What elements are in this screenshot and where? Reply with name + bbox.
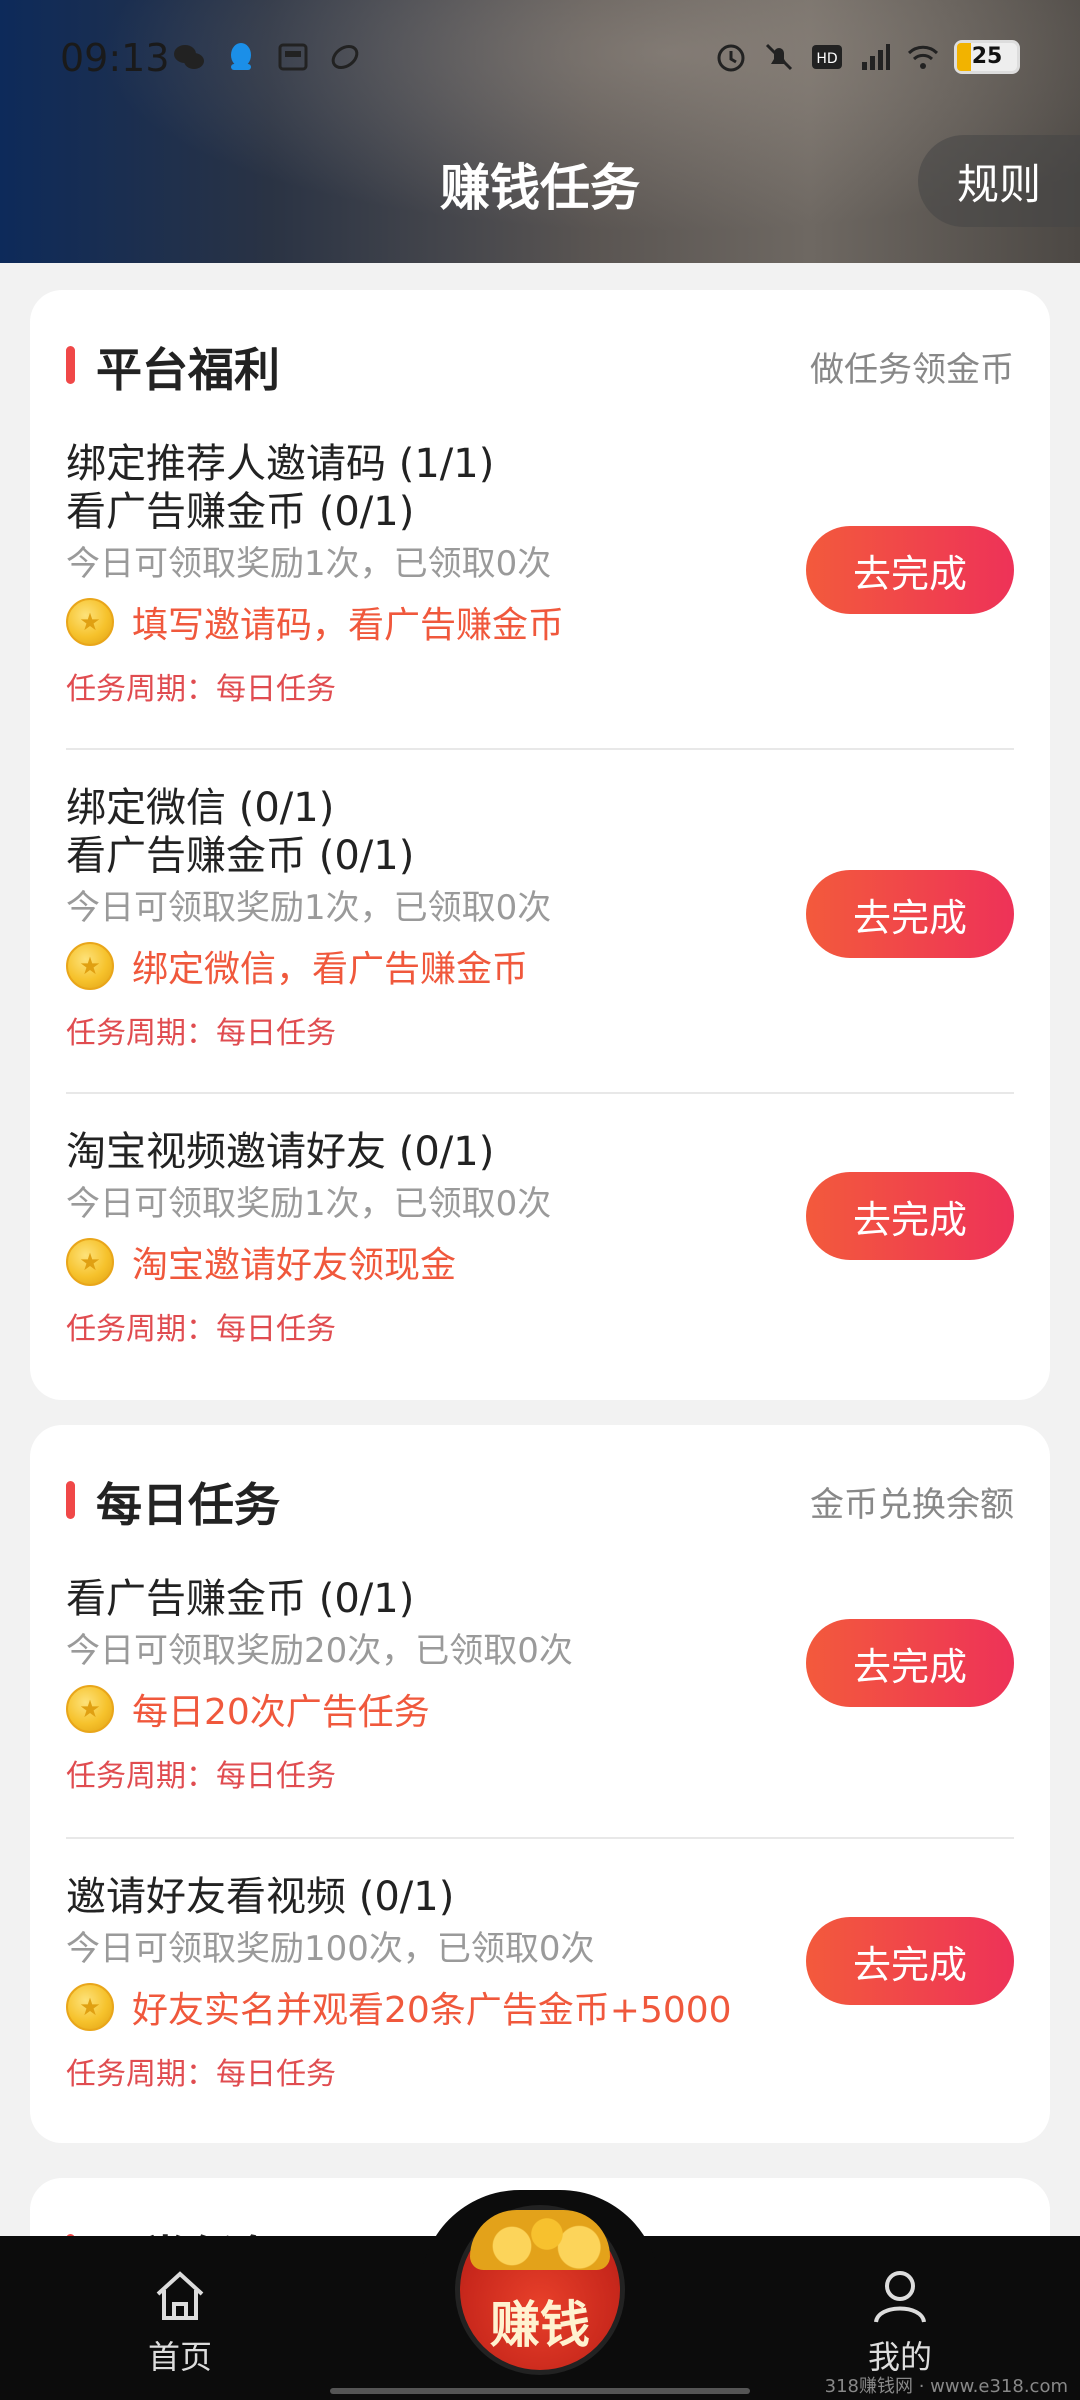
- section-subtitle[interactable]: 做任务领金币: [810, 342, 1014, 391]
- complete-button[interactable]: 去完成: [806, 526, 1014, 614]
- complete-button[interactable]: 去完成: [806, 1917, 1014, 2005]
- status-bar: 09:13 HD 25: [0, 30, 1080, 90]
- svg-text:HD: HD: [816, 51, 837, 67]
- battery-indicator: 25: [954, 40, 1020, 74]
- task-description: 淘宝邀请好友领现金: [132, 1245, 457, 1286]
- app-icon: [328, 40, 362, 74]
- mute-icon: [762, 40, 796, 74]
- coin-icon: [66, 1983, 114, 2031]
- nav-mine[interactable]: 我的: [820, 2266, 980, 2378]
- earn-button-label: 赚钱: [490, 2295, 590, 2354]
- section-title: 每日任务: [96, 1478, 280, 1532]
- task-description: 绑定微信，看广告赚金币: [132, 949, 529, 990]
- section-card-platform: 平台福利 做任务领金币 绑定推荐人邀请码 (1/1) 看广告赚金币 (0/1) …: [30, 290, 1050, 1400]
- complete-button[interactable]: 去完成: [806, 1172, 1014, 1260]
- section-accent-bar: [66, 346, 75, 384]
- watermark: 318赚钱网 · www.e318.com: [824, 2376, 1068, 2397]
- task-cycle: 任务周期：每日任务: [66, 2057, 336, 2092]
- wechat-icon: [172, 40, 206, 74]
- task-description: 好友实名并观看20条广告金币+5000: [132, 1990, 732, 2031]
- coin-icon: [66, 1238, 114, 1286]
- alarm-icon: [714, 40, 748, 74]
- task-description: 每日20次广告任务: [132, 1692, 430, 1733]
- task-item: 看广告赚金币 (0/1) 今日可领取奖励20次，已领取0次 每日20次广告任务 …: [66, 1575, 1014, 1795]
- hd-icon: HD: [810, 40, 844, 74]
- coin-bag-icon: [470, 2210, 610, 2270]
- coin-icon: [66, 1685, 114, 1733]
- qq-icon: [224, 40, 258, 74]
- divider: [66, 1837, 1014, 1839]
- rules-button[interactable]: 规则: [918, 135, 1080, 227]
- task-cycle: 任务周期：每日任务: [66, 1759, 336, 1794]
- wifi-icon: [906, 40, 940, 74]
- inbox-icon: [276, 40, 310, 74]
- home-icon: [156, 2271, 204, 2320]
- divider: [66, 1092, 1014, 1094]
- section-card-daily: 每日任务 金币兑换余额 看广告赚金币 (0/1) 今日可领取奖励20次，已领取0…: [30, 1425, 1050, 2143]
- coin-icon: [66, 598, 114, 646]
- coin-icon: [66, 942, 114, 990]
- section-accent-bar: [66, 1481, 75, 1519]
- nav-home[interactable]: 首页: [100, 2266, 260, 2378]
- task-cycle: 任务周期：每日任务: [66, 672, 336, 707]
- section-title: 平台福利: [96, 343, 280, 397]
- nav-mine-label: 我的: [867, 2338, 932, 2376]
- task-title: 看广告赚金币 (0/1): [66, 1576, 415, 1622]
- user-icon: [874, 2271, 926, 2323]
- task-title: 邀请好友看视频 (0/1): [66, 1874, 455, 1920]
- divider: [66, 748, 1014, 750]
- status-time: 09:13: [60, 36, 170, 80]
- task-cycle: 任务周期：每日任务: [66, 1016, 336, 1051]
- task-title: 淘宝视频邀请好友 (0/1): [66, 1129, 495, 1175]
- task-cycle: 任务周期：每日任务: [66, 1312, 336, 1347]
- task-title: 绑定推荐人邀请码 (1/1): [66, 441, 495, 487]
- gesture-bar: [330, 2388, 750, 2394]
- nav-home-label: 首页: [147, 2338, 212, 2376]
- signal-icon: [858, 40, 892, 74]
- section-subtitle[interactable]: 金币兑换余额: [810, 1477, 1014, 1526]
- task-title: 绑定微信 (0/1): [66, 785, 335, 831]
- task-item: 邀请好友看视频 (0/1) 今日可领取奖励100次，已领取0次 好友实名并观看2…: [66, 1873, 1014, 2093]
- task-item: 绑定推荐人邀请码 (1/1) 看广告赚金币 (0/1) 今日可领取奖励1次，已领…: [66, 440, 1014, 708]
- task-item: 淘宝视频邀请好友 (0/1) 今日可领取奖励1次，已领取0次 淘宝邀请好友领现金…: [66, 1128, 1014, 1348]
- task-item: 绑定微信 (0/1) 看广告赚金币 (0/1) 今日可领取奖励1次，已领取0次 …: [66, 784, 1014, 1052]
- complete-button[interactable]: 去完成: [806, 870, 1014, 958]
- complete-button[interactable]: 去完成: [806, 1619, 1014, 1707]
- task-description: 填写邀请码，看广告赚金币: [132, 605, 565, 646]
